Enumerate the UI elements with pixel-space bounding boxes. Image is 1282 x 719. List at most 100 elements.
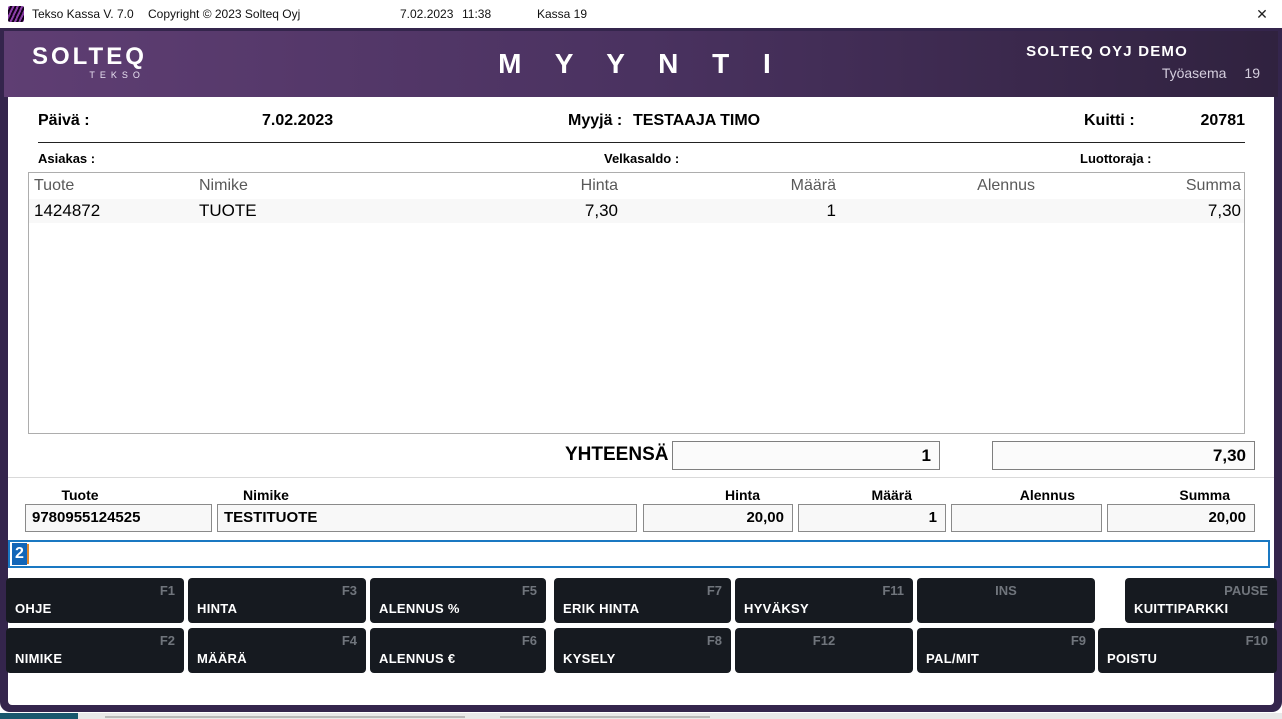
date-label: Päivä : <box>38 112 90 129</box>
background-window-strip <box>0 713 1282 719</box>
key-name: F1 <box>159 583 175 598</box>
workstation-label: Työasema <box>1161 65 1227 81</box>
entry-product-field[interactable]: 9780955124525 <box>25 504 212 532</box>
key-label: HYVÄKSY <box>744 601 809 616</box>
key-label: OHJE <box>15 601 52 616</box>
key-label: PAL/MIT <box>926 651 980 666</box>
key-label: MÄÄRÄ <box>197 651 247 666</box>
key-button-f12[interactable]: F12 <box>735 628 913 673</box>
key-name: F9 <box>1070 633 1086 648</box>
key-button-alennus-euro[interactable]: ALENNUS € F6 <box>370 628 546 673</box>
key-label: POISTU <box>1107 651 1158 666</box>
key-name: F4 <box>341 633 357 648</box>
cell-sum: 7,30 <box>1207 201 1241 220</box>
app-window: Tekso Kassa V. 7.0 Copyright © 2023 Solt… <box>0 0 1282 719</box>
key-name: F10 <box>1245 633 1268 648</box>
col-header-price: Hinta <box>580 177 618 194</box>
table-row[interactable]: 1424872 TUOTE 7,30 1 7,30 <box>29 199 1244 223</box>
col-header-product: Tuote <box>34 177 75 194</box>
key-label: KUITTIPARKKI <box>1134 601 1229 616</box>
col-header-quantity: Määrä <box>790 177 836 194</box>
window-title: Tekso Kassa V. 7.0 <box>32 7 134 21</box>
key-button-ins[interactable]: INS <box>917 578 1095 623</box>
key-name: F8 <box>706 633 722 648</box>
key-button-hinta[interactable]: HINTA F3 <box>188 578 366 623</box>
key-name: F5 <box>521 583 537 598</box>
cell-price: 7,30 <box>584 201 618 220</box>
key-button-alennus-prosentti[interactable]: ALENNUS % F5 <box>370 578 546 623</box>
entry-price-field[interactable]: 20,00 <box>643 504 793 532</box>
divider-line <box>38 142 1245 143</box>
text-cursor <box>26 544 29 564</box>
entry-sum-field[interactable]: 20,00 <box>1107 504 1255 532</box>
divider-light <box>8 477 1274 478</box>
cell-quantity: 1 <box>826 201 836 220</box>
entry-product-label: Tuote <box>61 487 99 503</box>
workstation-value: 19 <box>1244 65 1260 81</box>
titlebar-time: 11:38 <box>462 7 492 21</box>
col-header-discount: Alennus <box>977 177 1035 194</box>
key-button-erik-hinta[interactable]: ERIK HINTA F7 <box>554 578 731 623</box>
titlebar-register: Kassa 19 <box>537 7 588 21</box>
title-bar[interactable]: Tekso Kassa V. 7.0 Copyright © 2023 Solt… <box>0 0 1282 28</box>
cell-product: 1424872 <box>34 201 101 220</box>
entry-quantity-label: Määrä <box>871 487 912 503</box>
titlebar-date: 7.02.2023 <box>400 7 454 21</box>
entry-name-label: Nimike <box>243 487 289 503</box>
cell-name: TUOTE <box>199 201 257 220</box>
copyright-text: Copyright © 2023 Solteq Oyj <box>148 7 301 21</box>
items-table: Tuote Nimike Hinta Määrä Alennus Summa 1… <box>28 172 1245 434</box>
key-name: F7 <box>706 583 722 598</box>
header-right-block: SOLTEQ OYJ DEMO Työasema 19 <box>1026 43 1260 81</box>
total-quantity-field: 1 <box>672 441 940 470</box>
total-sum-field: 7,30 <box>992 441 1255 470</box>
key-label: ERIK HINTA <box>563 601 640 616</box>
command-input[interactable]: 2 <box>8 540 1270 568</box>
key-name: INS <box>995 583 1017 598</box>
cell-discount <box>839 199 1038 223</box>
date-value: 7.02.2023 <box>262 112 334 129</box>
key-label: ALENNUS € <box>379 651 456 666</box>
entry-quantity-field[interactable]: 1 <box>798 504 946 532</box>
key-button-hyvaksy[interactable]: HYVÄKSY F11 <box>735 578 913 623</box>
receipt-value: 20781 <box>1200 112 1246 129</box>
key-button-kysely[interactable]: KYSELY F8 <box>554 628 731 673</box>
key-name: PAUSE <box>1224 583 1268 598</box>
key-button-poistu[interactable]: POISTU F10 <box>1098 628 1277 673</box>
key-label: HINTA <box>197 601 238 616</box>
company-name: SOLTEQ OYJ DEMO <box>1026 43 1188 60</box>
customer-label: Asiakas : <box>38 151 96 166</box>
debt-label: Velkasaldo : <box>604 151 680 166</box>
credit-label: Luottoraja : <box>1080 151 1152 166</box>
key-label: ALENNUS % <box>379 601 460 616</box>
truncated-text-smudge <box>105 716 465 718</box>
entry-name-field[interactable]: TESTITUOTE <box>217 504 637 532</box>
key-button-maara[interactable]: MÄÄRÄ F4 <box>188 628 366 673</box>
col-header-name: Nimike <box>199 177 248 194</box>
total-label: YHTEENSÄ <box>565 444 669 465</box>
entry-sum-label: Summa <box>1179 487 1230 503</box>
taskbar-accent-block <box>0 713 78 719</box>
key-button-nimike[interactable]: NIMIKE F2 <box>6 628 184 673</box>
entry-price-label: Hinta <box>725 487 760 503</box>
key-name: F2 <box>159 633 175 648</box>
app-header: SOLTEQ TEKSO M Y Y N T I SOLTEQ OYJ DEMO… <box>4 31 1278 97</box>
key-name: F6 <box>521 633 537 648</box>
entry-discount-field[interactable] <box>951 504 1102 532</box>
key-button-pal-mit[interactable]: PAL/MIT F9 <box>917 628 1095 673</box>
key-name: F12 <box>812 633 836 648</box>
app-icon <box>8 6 24 22</box>
key-button-kuittiparkki[interactable]: KUITTIPARKKI PAUSE <box>1125 578 1277 623</box>
truncated-text-smudge <box>500 716 710 718</box>
seller-label: Myyjä : <box>568 112 623 129</box>
workstation-info: Työasema 19 <box>1026 65 1260 81</box>
seller-value: TESTAAJA TIMO <box>633 112 761 129</box>
entry-discount-label: Alennus <box>1019 487 1075 503</box>
key-label: KYSELY <box>563 651 616 666</box>
col-header-sum: Summa <box>1185 177 1241 194</box>
receipt-label: Kuitti : <box>1084 112 1135 129</box>
key-button-ohje[interactable]: OHJE F1 <box>6 578 184 623</box>
close-icon[interactable]: ✕ <box>1250 0 1274 28</box>
key-name: F3 <box>341 583 357 598</box>
items-table-header: Tuote Nimike Hinta Määrä Alennus Summa <box>29 173 1244 199</box>
